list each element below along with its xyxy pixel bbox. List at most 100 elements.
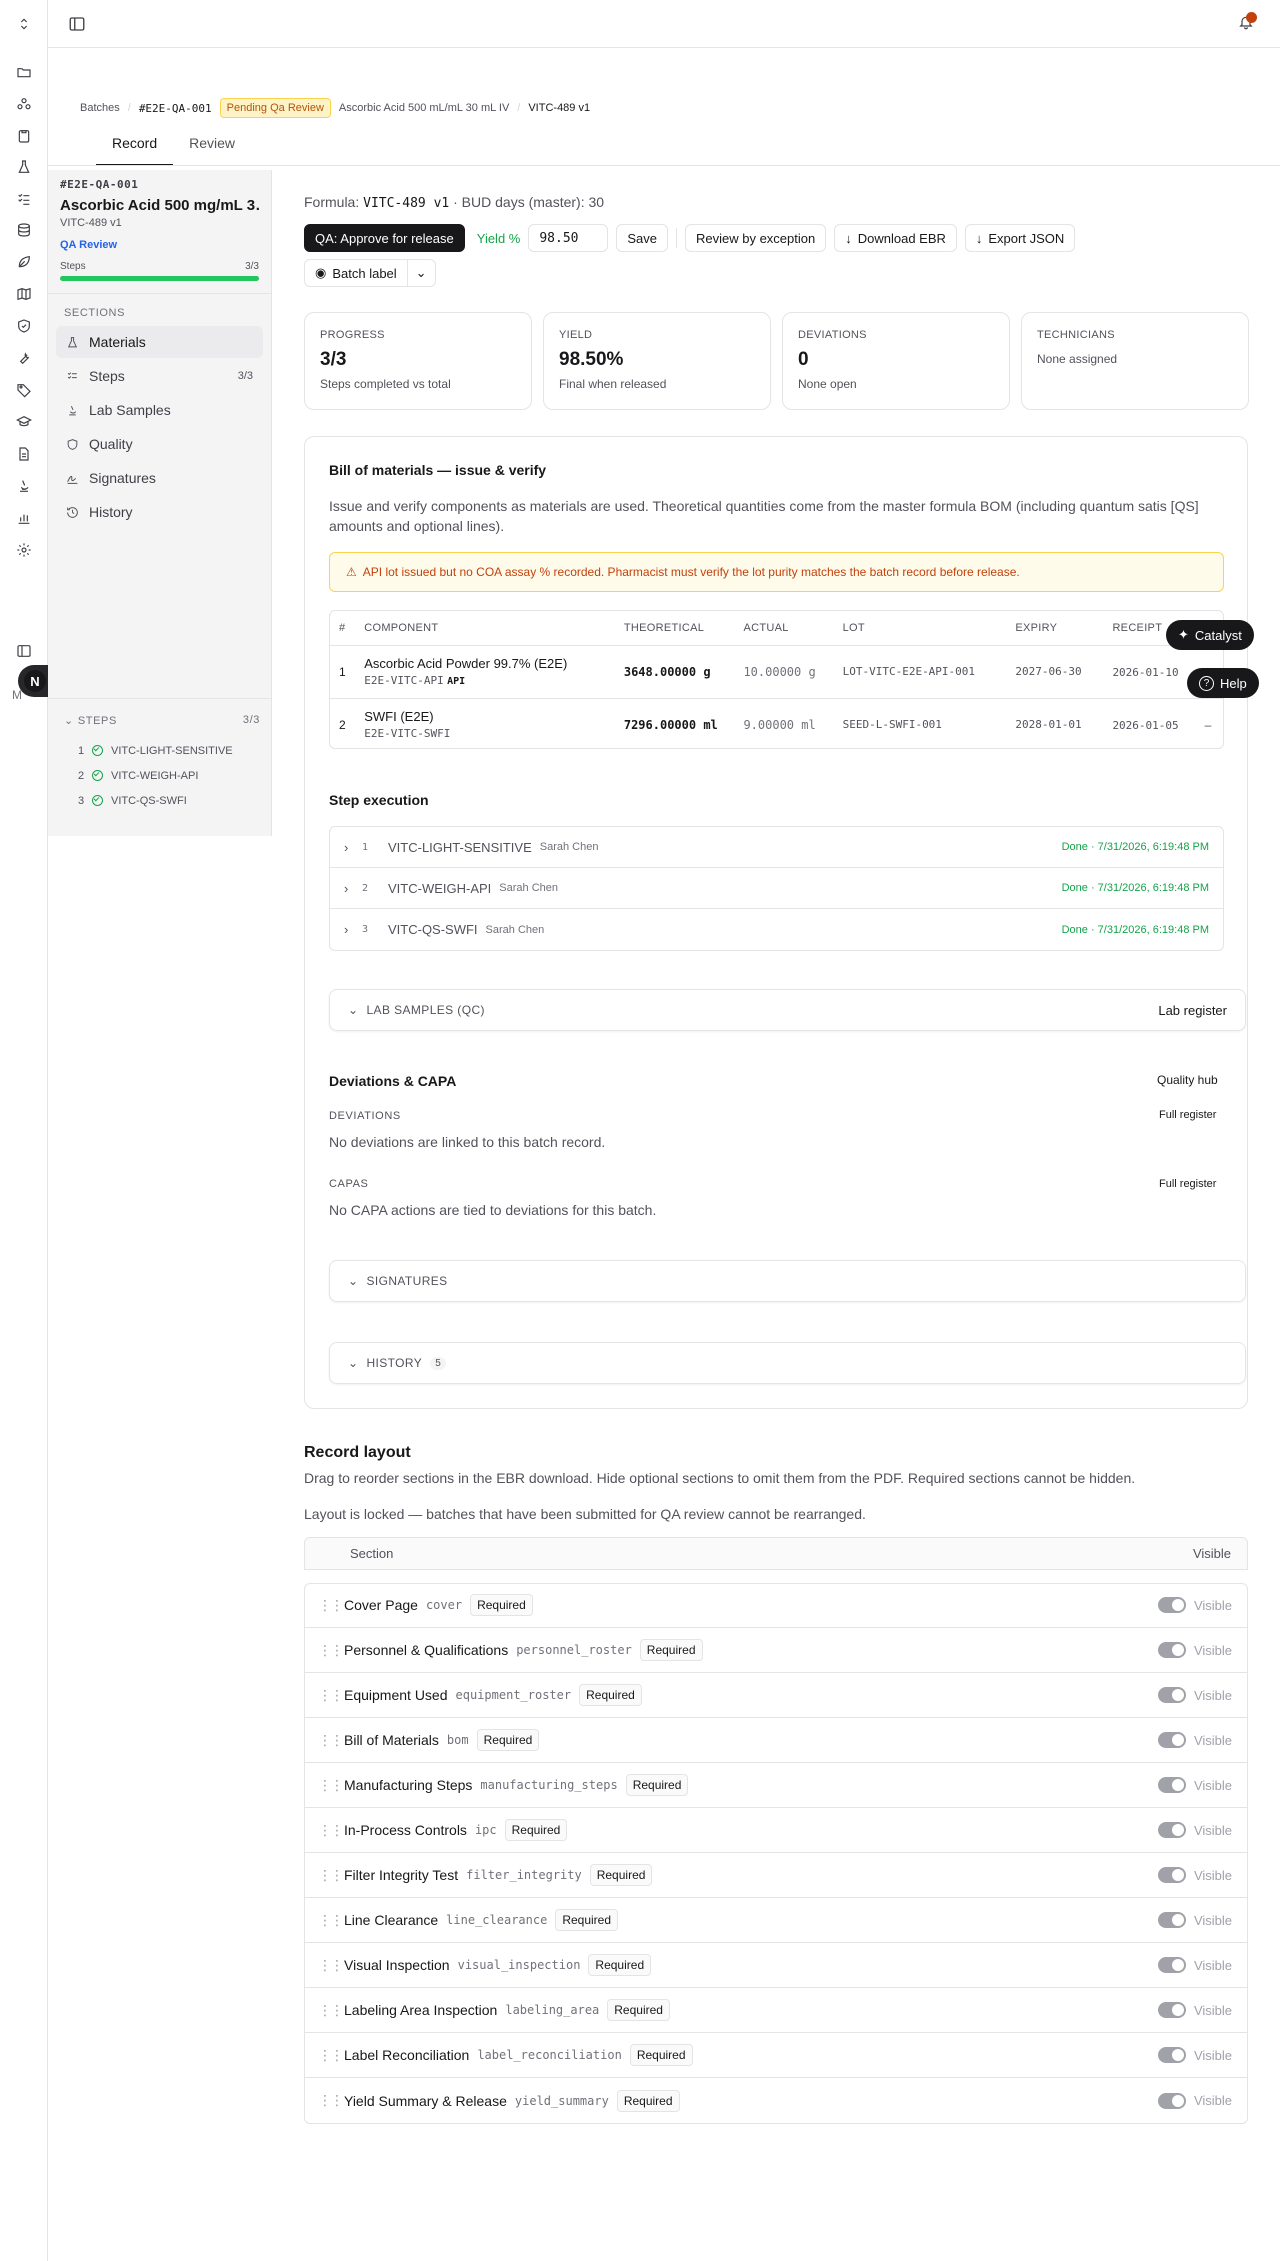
visible-toggle[interactable] (1157, 2002, 1186, 2018)
bom-actual: 9.00000 ml (743, 717, 816, 732)
export-json-button[interactable]: ↓ Export JSON (964, 224, 1076, 252)
drag-handle-icon[interactable]: ⋮⋮ (318, 1957, 344, 1974)
yield-input[interactable]: 98.50 (528, 224, 609, 252)
lab-samples-section[interactable]: ⌄ LAB SAMPLES (QC) Lab register (329, 989, 1246, 1031)
signatures-section[interactable]: ⌄ SIGNATURES (329, 1260, 1246, 1302)
visible-toggle[interactable] (1157, 1777, 1186, 1793)
required-badge: Required (555, 1909, 619, 1931)
layout-row[interactable]: ⋮⋮ Personnel & Qualifications personnel_ro… (304, 1628, 1248, 1673)
layout-row[interactable]: ⋮⋮ Equipment Used equipment_roster Required… (304, 1673, 1248, 1718)
layout-row[interactable]: ⋮⋮ Line Clearance line_clearance Required Vi… (304, 1898, 1248, 1943)
tag-icon[interactable] (14, 380, 34, 400)
project-switcher-icon[interactable] (14, 14, 34, 34)
sidebar-step-item[interactable]: 3 VITC-QS-SWFI (78, 788, 233, 813)
save-button[interactable]: Save (616, 224, 668, 252)
visible-toggle[interactable] (1157, 2092, 1186, 2109)
approve-release-button[interactable]: QA: Approve for release (304, 224, 465, 252)
sidebar-item-materials[interactable]: Materials (56, 326, 263, 358)
visible-toggle[interactable] (1157, 1957, 1186, 1973)
step-row[interactable]: › 3 VITC-QS-SWFI Sarah Chen Done · 7/31/2026… (330, 909, 1223, 950)
layout-row[interactable]: ⋮⋮ Manufacturing Steps manufacturing_steps… (304, 1763, 1248, 1808)
history-section[interactable]: ⌄ HISTORY 5 (329, 1342, 1246, 1384)
layout-row[interactable]: ⋮⋮ Labeling Area Inspection labeling_area R… (304, 1988, 1248, 2033)
tab-review[interactable]: Review (173, 130, 251, 166)
bom-row[interactable]: 2 SWFI (E2E) E2E-VITC-SWFI 7296.00000 ml 9.… (330, 698, 1223, 748)
batch-label-menu-button[interactable]: ⌄ (407, 259, 436, 287)
bell-icon[interactable] (1238, 12, 1258, 34)
step-row[interactable]: › 2 VITC-WEIGH-API Sarah Chen Done · 7/31/20… (330, 868, 1223, 909)
wrench-icon[interactable] (14, 348, 34, 368)
capas-empty: No CAPA actions are tied to deviations f… (329, 1202, 657, 1218)
network-icon[interactable] (14, 94, 34, 114)
drag-handle-icon[interactable]: ⋮⋮ (318, 2092, 344, 2109)
layout-section-key: filter_integrity (466, 1868, 582, 1882)
breadcrumb-batches[interactable]: Batches (80, 102, 120, 114)
drag-handle-icon[interactable]: ⋮⋮ (318, 1867, 344, 1884)
leaf-icon[interactable] (14, 252, 34, 272)
sidebar-item-label: Signatures (89, 470, 156, 486)
help-button[interactable]: ? Help (1187, 668, 1259, 698)
drag-handle-icon[interactable]: ⋮⋮ (318, 1732, 344, 1749)
drag-handle-icon[interactable]: ⋮⋮ (318, 1912, 344, 1929)
database-icon[interactable] (14, 220, 34, 240)
drag-handle-icon[interactable]: ⋮⋮ (318, 1822, 344, 1839)
checklist-icon[interactable] (14, 189, 34, 209)
clipboard-icon[interactable] (14, 126, 34, 146)
sidebar-item-steps[interactable]: Steps 3/3 (56, 360, 263, 392)
sidebar-item-history[interactable]: History (56, 496, 263, 528)
layout-row[interactable]: ⋮⋮ Label Reconciliation label_reconciliati… (304, 2033, 1248, 2078)
layout-row[interactable]: ⋮⋮ Yield Summary & Release yield_summary Re… (304, 2078, 1248, 2123)
sidebar-step-item[interactable]: 1 VITC-LIGHT-SENSITIVE (78, 738, 233, 763)
breadcrumb-batch-id[interactable]: #E2E-QA-001 (139, 102, 212, 115)
graduation-cap-icon[interactable] (14, 412, 34, 432)
flask-icon[interactable] (14, 157, 34, 177)
folder-icon[interactable] (14, 62, 34, 82)
map-icon[interactable] (14, 284, 34, 304)
step-technician: Sarah Chen (485, 923, 545, 936)
drag-handle-icon[interactable]: ⋮⋮ (318, 1777, 344, 1794)
visible-toggle[interactable] (1157, 1732, 1186, 1748)
microscope-icon[interactable] (14, 476, 34, 496)
layout-row[interactable]: ⋮⋮ Cover Page cover Required Visible (304, 1583, 1248, 1628)
visible-toggle[interactable] (1157, 2047, 1186, 2063)
download-ebr-button[interactable]: ↓ Download EBR (834, 224, 957, 252)
quality-hub-link[interactable]: Quality hub (1157, 1073, 1218, 1087)
bar-chart-icon[interactable] (14, 508, 34, 528)
sidebar-step-item[interactable]: 2 VITC-WEIGH-API (78, 763, 233, 788)
sidebar-toggle-icon[interactable] (68, 15, 86, 33)
visible-toggle[interactable] (1157, 1912, 1186, 1928)
layout-row[interactable]: ⋮⋮ Visual Inspection visual_inspection Requ… (304, 1943, 1248, 1988)
layout-row[interactable]: ⋮⋮ In-Process Controls ipc Required Visible (304, 1808, 1248, 1853)
deviations-register-link[interactable]: Full register (1159, 1109, 1216, 1121)
layout-row[interactable]: ⋮⋮ Bill of Materials bom Required Visible (304, 1718, 1248, 1763)
sidebar-item-lab-samples[interactable]: Lab Samples (56, 394, 263, 426)
capas-register-link[interactable]: Full register (1159, 1178, 1216, 1190)
visible-toggle[interactable] (1157, 1867, 1186, 1883)
batch-label-button[interactable]: ◉ Batch label (304, 259, 408, 287)
visible-toggle[interactable] (1157, 1597, 1186, 1613)
visible-toggle[interactable] (1157, 1687, 1186, 1703)
file-icon[interactable] (14, 444, 34, 464)
sidebar-item-quality[interactable]: Quality (56, 428, 263, 460)
shield-icon[interactable] (14, 316, 34, 336)
drag-handle-icon[interactable]: ⋮⋮ (318, 1642, 344, 1659)
drag-handle-icon[interactable]: ⋮⋮ (318, 1597, 344, 1614)
checklist-icon (67, 371, 77, 379)
step-row[interactable]: › 1 VITC-LIGHT-SENSITIVE Sarah Chen Done · 7… (330, 827, 1223, 868)
drag-handle-icon[interactable]: ⋮⋮ (318, 1687, 344, 1704)
gear-icon[interactable] (14, 540, 34, 560)
panel-toggle-icon[interactable] (14, 641, 34, 661)
layout-row[interactable]: ⋮⋮ Filter Integrity Test filter_integrity R… (304, 1853, 1248, 1898)
step-number: 2 (78, 769, 85, 782)
review-exception-button[interactable]: Review by exception (685, 224, 827, 252)
history-count-badge: 5 (430, 1356, 447, 1370)
catalyst-button[interactable]: ✦ Catalyst (1166, 620, 1254, 650)
visible-toggle[interactable] (1157, 1642, 1186, 1658)
lab-register-link[interactable]: Lab register (1158, 1003, 1227, 1018)
drag-handle-icon[interactable]: ⋮⋮ (318, 2002, 344, 2019)
visible-toggle[interactable] (1157, 1822, 1186, 1838)
drag-handle-icon[interactable]: ⋮⋮ (318, 2047, 344, 2064)
tab-record[interactable]: Record (96, 130, 174, 166)
bom-row[interactable]: 1 Ascorbic Acid Powder 99.7% (E2E) E2E-VIT… (330, 645, 1223, 699)
sidebar-item-signatures[interactable]: Signatures (56, 462, 263, 494)
